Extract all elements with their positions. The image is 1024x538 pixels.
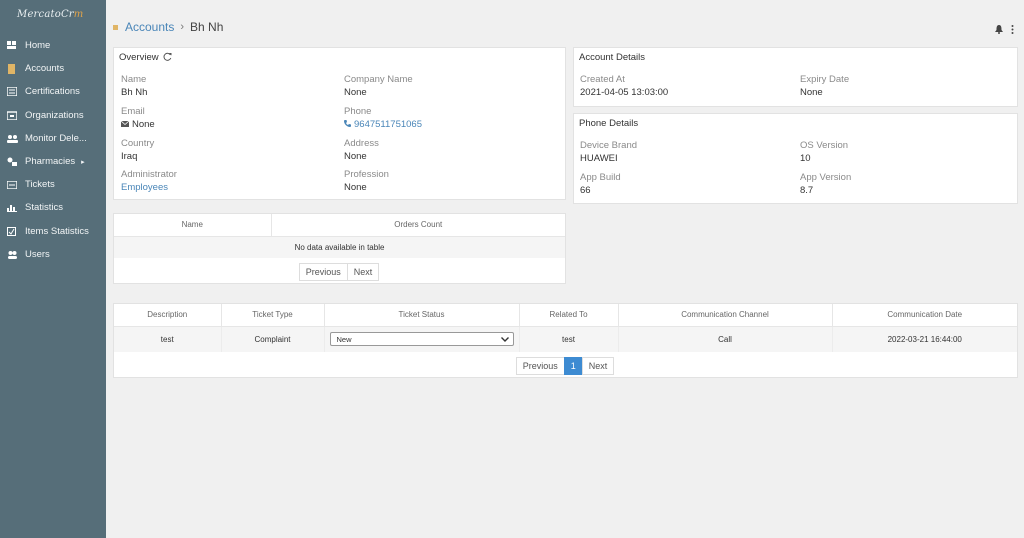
previous-button[interactable]: Previous (298, 263, 348, 281)
name-field: Name Bh Nh (121, 74, 148, 98)
phone-icon (344, 119, 351, 130)
account-details-title: Account Details (579, 52, 646, 63)
column-header-communication-channel[interactable]: Communication Channel (618, 304, 833, 327)
tickets-table-panel: Description Ticket Type Ticket Status Re… (113, 303, 1018, 378)
app-build-field: App Build 66 (580, 172, 621, 196)
created-at-field: Created At 2021-04-05 13:03:00 (580, 74, 669, 98)
country-field: Country Iraq (121, 138, 155, 162)
column-header-communication-date[interactable]: Communication Date (832, 304, 1017, 327)
sidebar-item-pharmacies[interactable]: Pharmacies ▸ (0, 150, 106, 173)
sidebar-item-label: Tickets (25, 179, 55, 191)
sidebar-item-monitor[interactable]: Monitor Dele... (0, 127, 106, 150)
phone-value[interactable]: 9647511751065 (354, 119, 422, 130)
phone-details-panel: Phone Details Device Brand HUAWEI OS Ver… (573, 113, 1018, 204)
column-header-name[interactable]: Name (114, 214, 272, 237)
phone-details-title: Phone Details (579, 118, 639, 129)
administrator-link[interactable]: Employees (121, 182, 177, 193)
tickets-table: Description Ticket Type Ticket Status Re… (114, 304, 1017, 352)
column-header-ticket-status[interactable]: Ticket Status (324, 304, 520, 327)
os-version-field: OS Version 10 (800, 140, 849, 164)
phone-field: Phone 9647511751065 (344, 106, 422, 130)
next-button[interactable]: Next (346, 263, 380, 281)
breadcrumb-accounts-link[interactable]: Accounts (125, 20, 174, 34)
more-vertical-icon[interactable] (1011, 25, 1014, 37)
page-1-button[interactable]: 1 (563, 357, 583, 375)
empty-table-message: No data available in table (114, 236, 565, 258)
breadcrumb-current: Bh Nh (190, 20, 224, 34)
sidebar-item-tickets[interactable]: Tickets (0, 173, 106, 196)
device-brand-field: Device Brand HUAWEI (580, 140, 638, 164)
sidebar-item-home[interactable]: Home (0, 34, 106, 57)
bell-icon[interactable] (995, 25, 1003, 37)
previous-button[interactable]: Previous (515, 357, 565, 375)
chevron-right-icon: ▸ (81, 158, 85, 166)
ticket-status-select[interactable]: New (329, 332, 514, 347)
email-field: Email None (120, 106, 155, 130)
orders-table-panel: Name Orders Count No data available in t… (113, 213, 566, 284)
ticket-description: test (114, 326, 222, 352)
ticket-type: Complaint (221, 326, 325, 352)
column-header-related-to[interactable]: Related To (519, 304, 619, 327)
address-field: Address None (344, 138, 379, 162)
sidebar: MercatoCrm Home Accounts Certifications … (0, 0, 106, 538)
sidebar-item-organizations[interactable]: Organizations (0, 104, 106, 127)
ticket-related-to: test (519, 326, 619, 352)
sidebar-item-label: Statistics (25, 202, 64, 214)
ticket-channel: Call (618, 326, 833, 352)
column-header-description[interactable]: Description (114, 304, 222, 327)
sidebar-item-label: Users (25, 248, 50, 260)
breadcrumb-separator: › (180, 21, 185, 33)
sidebar-item-label: Certifications (25, 86, 80, 98)
expiry-date-field: Expiry Date None (800, 74, 850, 98)
home-icon (7, 41, 25, 50)
tickets-pagination: Previous 1 Next (114, 352, 1017, 380)
envelope-icon (120, 119, 130, 130)
email-value: None (132, 119, 155, 130)
breadcrumb-marker (113, 24, 118, 30)
refresh-icon[interactable] (163, 52, 172, 64)
profession-field: Profession None (344, 169, 389, 193)
users-icon (7, 250, 25, 259)
tickets-icon (7, 180, 25, 189)
orders-table: Name Orders Count No data available in t… (114, 214, 565, 258)
items-statistics-icon (7, 226, 25, 236)
ticket-status-cell: New (324, 326, 520, 352)
overview-panel: Overview Name Bh Nh Company Name None Em… (113, 47, 566, 200)
monitor-icon (7, 134, 25, 143)
sidebar-item-label: Accounts (25, 63, 65, 75)
overview-title: Overview (114, 48, 565, 67)
orders-pagination: Previous Next (114, 258, 565, 286)
chevron-down-icon (500, 335, 509, 344)
sidebar-item-items-statistics[interactable]: Items Statistics (0, 220, 106, 243)
pharmacies-icon (7, 157, 25, 167)
next-button[interactable]: Next (581, 357, 615, 375)
breadcrumb: Accounts › Bh Nh (113, 20, 223, 34)
app-version-field: App Version 8.7 (800, 172, 852, 196)
table-row[interactable]: test Complaint New test Call 2022-03-21 … (114, 326, 1017, 352)
account-details-panel: Account Details Created At 2021-04-05 13… (573, 47, 1018, 107)
organizations-icon (7, 110, 25, 120)
certifications-icon (7, 87, 25, 97)
sidebar-item-label: Organizations (25, 109, 84, 121)
sidebar-item-label: Items Statistics (25, 225, 89, 237)
sidebar-item-label: Monitor Dele... (25, 132, 87, 144)
sidebar-item-statistics[interactable]: Statistics (0, 196, 106, 219)
top-icons (995, 25, 1014, 37)
accounts-icon (7, 63, 25, 74)
column-header-ticket-type[interactable]: Ticket Type (221, 304, 325, 327)
app-logo[interactable]: MercatoCrm (0, 0, 106, 34)
column-header-orders-count[interactable]: Orders Count (271, 214, 565, 237)
sidebar-item-certifications[interactable]: Certifications (0, 80, 106, 103)
sidebar-item-users[interactable]: Users (0, 243, 106, 266)
ticket-date: 2022-03-21 16:44:00 (832, 326, 1017, 352)
sidebar-item-accounts[interactable]: Accounts (0, 57, 106, 80)
sidebar-item-label: Home (25, 40, 51, 52)
sidebar-item-label: Pharmacies (25, 156, 76, 168)
statistics-icon (7, 203, 25, 213)
company-field: Company Name None (344, 74, 413, 98)
administrator-field: Administrator Employees (121, 169, 177, 193)
